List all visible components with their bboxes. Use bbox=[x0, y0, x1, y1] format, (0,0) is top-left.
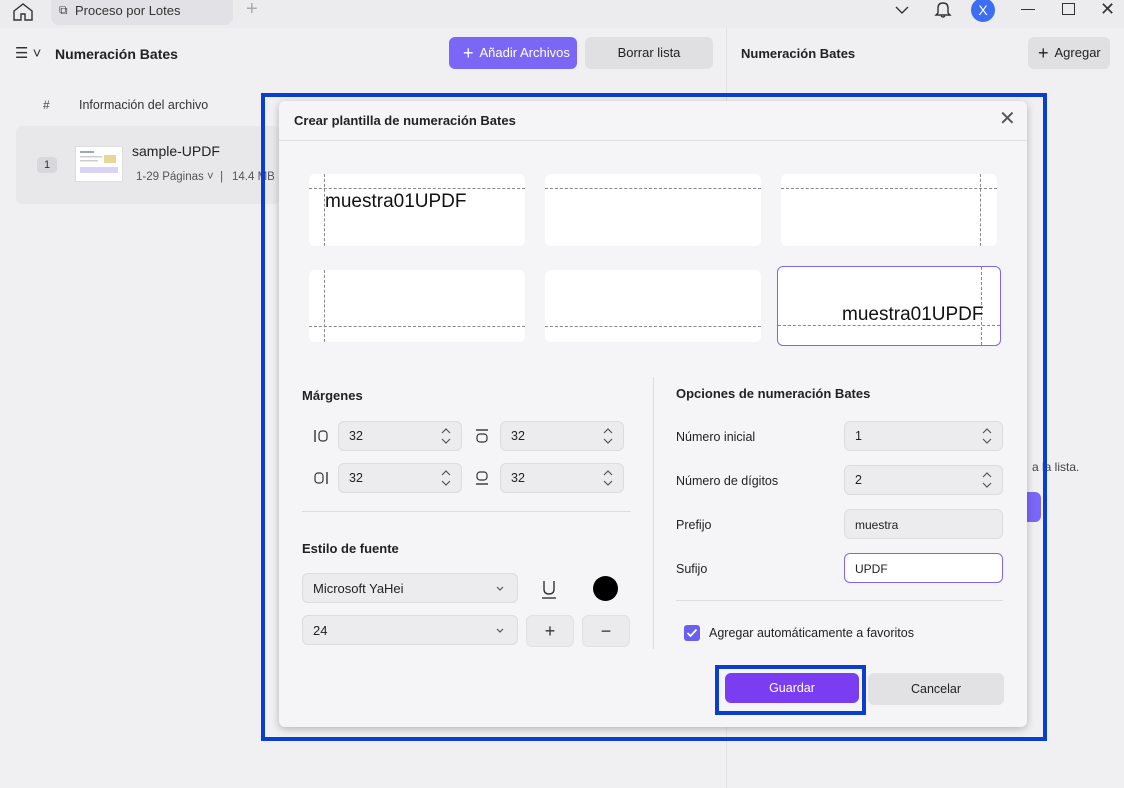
font-size-value: 24 bbox=[313, 623, 328, 638]
position-bottom-center[interactable] bbox=[545, 270, 761, 342]
start-number-input[interactable]: 1 bbox=[844, 421, 1003, 451]
stepper-icon[interactable] bbox=[441, 468, 451, 488]
add-files-label: Añadir Archivos bbox=[479, 45, 570, 60]
column-number-header: # bbox=[43, 98, 50, 112]
file-name: sample-UPDF bbox=[132, 143, 220, 159]
digits-label: Número de dígitos bbox=[676, 474, 779, 488]
batch-icon: ⧉ bbox=[59, 3, 68, 17]
position-top-right[interactable] bbox=[781, 174, 997, 246]
plus-icon: + bbox=[1038, 43, 1049, 63]
margin-bottom-icon bbox=[476, 471, 488, 485]
preview-text: muestra01UPDF bbox=[842, 304, 984, 325]
dialog-title: Crear plantilla de numeración Bates bbox=[294, 113, 516, 128]
stepper-icon[interactable] bbox=[441, 426, 451, 446]
add-template-label: Agregar bbox=[1054, 45, 1101, 60]
font-color-swatch[interactable] bbox=[593, 576, 618, 601]
start-number-label: Número inicial bbox=[676, 430, 756, 444]
clear-list-button[interactable]: Borrar lista bbox=[585, 37, 713, 69]
close-icon[interactable]: ✕ bbox=[999, 109, 1016, 129]
margins-title: Márgenes bbox=[302, 388, 363, 403]
file-thumbnail bbox=[75, 146, 123, 182]
decrease-size-button[interactable]: − bbox=[582, 615, 630, 647]
margin-left-input[interactable]: 32 bbox=[338, 421, 462, 451]
file-pages-dropdown[interactable]: 1-29 Páginas ˅ | bbox=[136, 171, 223, 183]
check-icon bbox=[686, 628, 698, 638]
margin-right-input[interactable]: 32 bbox=[338, 463, 462, 493]
margin-bottom-value: 32 bbox=[511, 471, 525, 485]
section-divider bbox=[653, 377, 654, 649]
stepper-icon[interactable] bbox=[603, 468, 613, 488]
add-files-button[interactable]: + Añadir Archivos bbox=[449, 37, 577, 69]
margin-bottom-input[interactable]: 32 bbox=[500, 463, 624, 493]
margin-right-icon bbox=[314, 472, 328, 484]
chevron-down-icon bbox=[496, 586, 504, 591]
maximize-icon[interactable] bbox=[1062, 3, 1075, 15]
margins-divider bbox=[302, 511, 631, 512]
title-bar: ⧉ Proceso por Lotes + X ✕ bbox=[0, 0, 1124, 28]
prefix-value: muestra bbox=[855, 518, 899, 532]
chevron-down-icon bbox=[496, 628, 504, 633]
avatar[interactable]: X bbox=[971, 0, 995, 22]
font-family-value: Microsoft YaHei bbox=[313, 581, 404, 596]
digits-input[interactable]: 2 bbox=[844, 465, 1003, 495]
bates-template-dialog: Crear plantilla de numeración Bates ✕ mu… bbox=[279, 101, 1027, 727]
add-template-button[interactable]: + Agregar bbox=[1028, 37, 1110, 69]
minimize-icon[interactable] bbox=[1021, 9, 1035, 10]
suffix-value: UPDF bbox=[855, 562, 888, 576]
column-file-info-header: Información del archivo bbox=[79, 98, 209, 112]
prefix-input[interactable]: muestra bbox=[844, 509, 1003, 539]
preview-text: muestra01UPDF bbox=[325, 191, 467, 212]
auto-favorites-label: Agregar automáticamente a favoritos bbox=[709, 626, 914, 640]
stepper-icon[interactable] bbox=[982, 470, 992, 490]
plus-icon: + bbox=[463, 43, 474, 63]
margin-left-icon bbox=[314, 430, 328, 442]
bates-options-title: Opciones de numeración Bates bbox=[676, 386, 871, 401]
font-family-select[interactable]: Microsoft YaHei bbox=[302, 573, 518, 603]
margin-right-value: 32 bbox=[349, 471, 363, 485]
save-highlight-frame bbox=[715, 665, 866, 715]
options-divider bbox=[676, 600, 1003, 601]
position-top-left[interactable]: muestra01UPDF bbox=[309, 174, 525, 246]
font-size-select[interactable]: 24 bbox=[302, 615, 518, 645]
dialog-divider bbox=[279, 140, 1027, 141]
margin-top-input[interactable]: 32 bbox=[500, 421, 624, 451]
bell-icon[interactable] bbox=[933, 0, 953, 19]
row-index: 1 bbox=[37, 157, 57, 173]
position-top-center[interactable] bbox=[545, 174, 761, 246]
menu-icon[interactable]: ☰ ˅ bbox=[15, 44, 41, 62]
suffix-label: Sufijo bbox=[676, 562, 708, 576]
home-icon[interactable] bbox=[12, 2, 34, 22]
position-bottom-left[interactable] bbox=[309, 270, 525, 342]
right-panel-title: Numeración Bates bbox=[741, 46, 856, 61]
table-row[interactable]: 1 sample-UPDF 1-29 Páginas ˅ | 14.4 MB bbox=[16, 126, 280, 204]
margin-top-value: 32 bbox=[511, 429, 525, 443]
margin-top-icon bbox=[476, 429, 488, 443]
position-bottom-right[interactable]: muestra01UPDF bbox=[777, 266, 1001, 346]
margin-left-value: 32 bbox=[349, 429, 363, 443]
cancel-button[interactable]: Cancelar bbox=[868, 673, 1004, 705]
suffix-input[interactable]: UPDF bbox=[844, 553, 1003, 583]
stepper-icon[interactable] bbox=[603, 426, 613, 446]
stepper-icon[interactable] bbox=[982, 426, 992, 446]
chevron-down-icon[interactable] bbox=[894, 2, 910, 18]
file-pages: 1-29 Páginas bbox=[136, 171, 204, 183]
auto-favorites-checkbox[interactable] bbox=[684, 625, 700, 641]
panel-title: Numeración Bates bbox=[55, 46, 178, 62]
tab-label: Proceso por Lotes bbox=[75, 3, 181, 18]
window-close-icon[interactable]: ✕ bbox=[1100, 0, 1115, 20]
prefix-label: Prefijo bbox=[676, 518, 712, 532]
increase-size-button[interactable]: + bbox=[526, 615, 574, 647]
tab-batch-process[interactable]: ⧉ Proceso por Lotes bbox=[51, 0, 233, 25]
new-tab-icon[interactable]: + bbox=[246, 0, 258, 21]
underline-icon[interactable] bbox=[540, 579, 558, 599]
digits-value: 2 bbox=[855, 473, 862, 487]
start-number-value: 1 bbox=[855, 429, 862, 443]
font-style-title: Estilo de fuente bbox=[302, 541, 399, 556]
